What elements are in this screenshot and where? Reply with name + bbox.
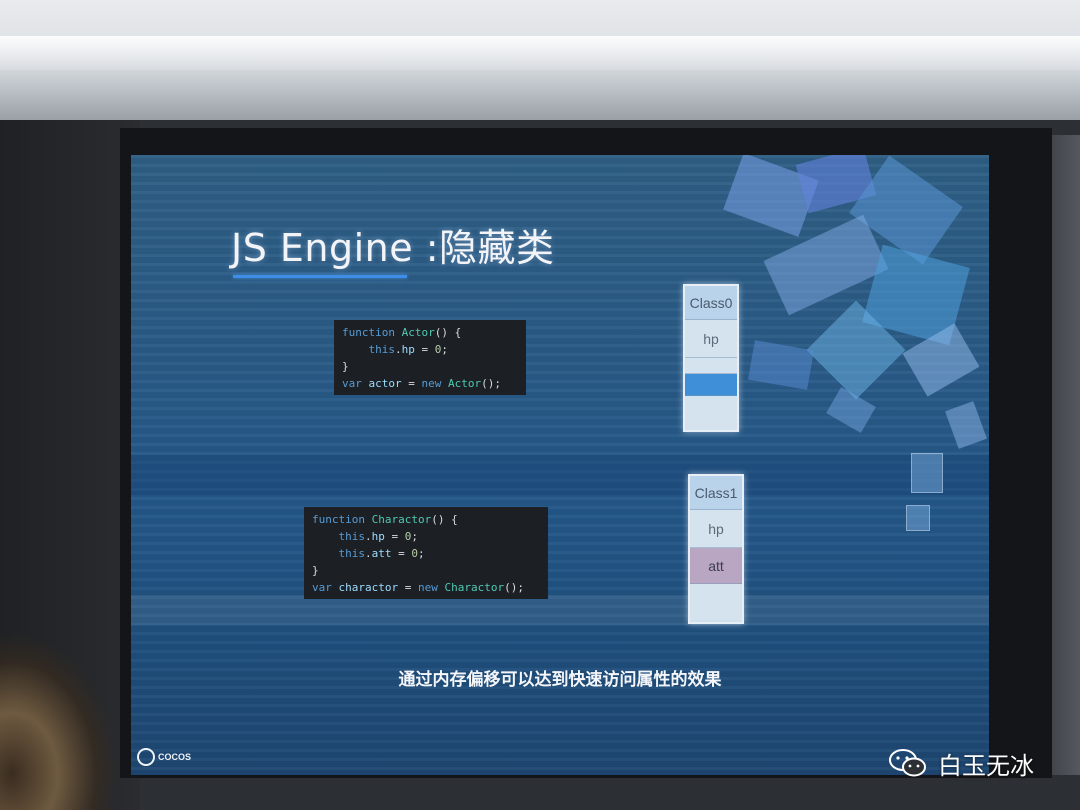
class-header: Class1 — [690, 476, 742, 510]
class-box-1: Class1 hp att — [688, 474, 744, 624]
class-header: Class0 — [685, 286, 737, 320]
cocos-logo: COCOS — [137, 747, 209, 767]
watermark: 白玉无冰 — [888, 745, 1034, 781]
arrow-down-icon — [911, 453, 943, 493]
watermark-text: 白玉无冰 — [938, 751, 1034, 780]
code-block-actor: function Actor() { this.hp = 0; } var ac… — [334, 320, 526, 395]
code-block-charactor: function Charactor() { this.hp = 0; this… — [304, 507, 548, 599]
audience-hair — [0, 630, 120, 810]
title-underline — [233, 275, 407, 278]
presentation-slide: JS Engine :隐藏类 function Actor() { this.h… — [131, 155, 989, 775]
class-field: att — [690, 548, 742, 584]
slide-title: JS Engine :隐藏类 — [231, 226, 555, 270]
slide-subtitle: 通过内存偏移可以达到快速访问属性的效果 — [398, 670, 722, 690]
class-box-0: Class0 hp — [683, 284, 739, 432]
wechat-icon — [889, 749, 926, 777]
class-field: hp — [685, 320, 737, 358]
class-field: hp — [690, 510, 742, 548]
arrow-down-icon — [906, 505, 930, 531]
cocos-logo-icon — [137, 748, 155, 766]
ceiling-light — [0, 36, 1080, 70]
